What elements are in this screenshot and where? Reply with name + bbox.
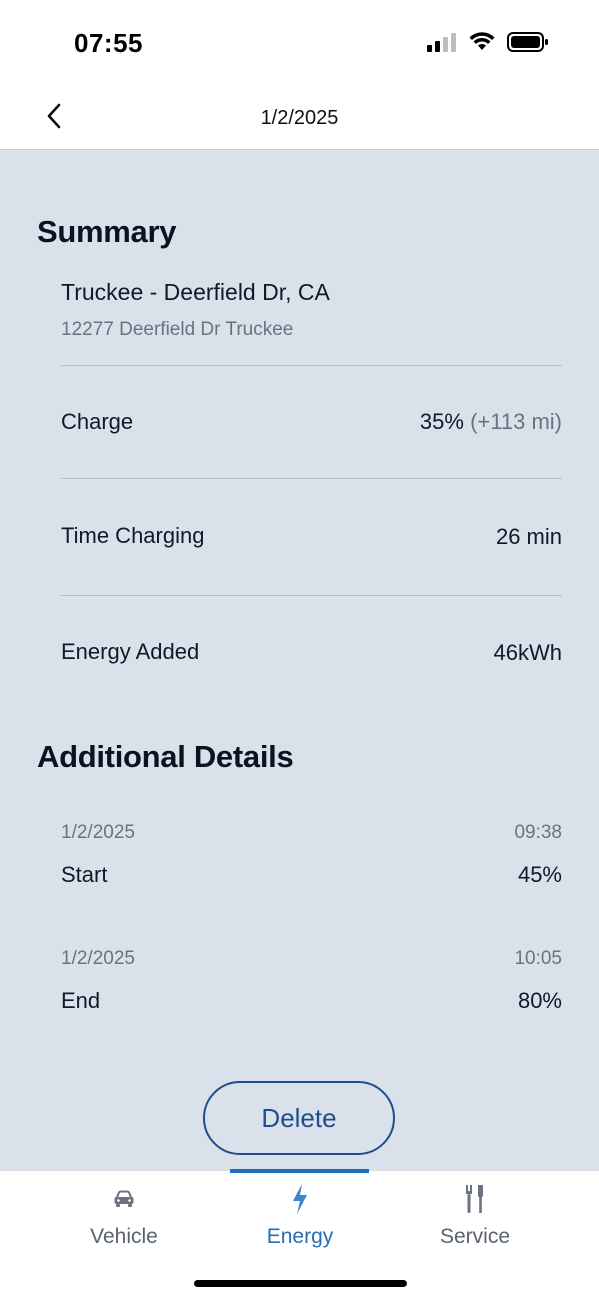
cellular-signal-icon [427, 32, 457, 57]
tab-vehicle-label: Vehicle [90, 1225, 158, 1248]
wifi-icon [469, 31, 495, 57]
lightning-bolt-icon [290, 1183, 310, 1215]
status-icons [427, 31, 549, 57]
charge-percent: 35% [419, 409, 464, 434]
end-date: 1/2/2025 [61, 948, 135, 969]
tab-energy-label: Energy [266, 1225, 334, 1248]
header-bar: 1/2/2025 [0, 90, 599, 150]
end-time: 10:05 [514, 948, 562, 969]
page-title: 1/2/2025 [260, 107, 339, 129]
additional-details-title: Additional Details [37, 739, 294, 774]
status-bar: 07:55 [0, 0, 599, 90]
summary-title: Summary [37, 214, 177, 249]
time-charging-label: Time Charging [61, 523, 205, 548]
session-details-content: Summary Truckee - Deerfield Dr, CA 12277… [0, 150, 599, 1170]
energy-added-value: 46kWh [493, 640, 562, 665]
tab-service-label: Service [439, 1225, 511, 1248]
divider [61, 478, 562, 479]
tab-energy[interactable]: Energy [210, 1171, 390, 1261]
location-address: 12277 Deerfield Dr Truckee [61, 319, 294, 340]
time-charging-value: 26 min [495, 524, 562, 549]
charge-label: Charge [61, 409, 134, 434]
end-label: End [61, 988, 101, 1013]
divider [61, 595, 562, 596]
car-icon [112, 1183, 136, 1215]
start-date: 1/2/2025 [61, 822, 135, 843]
battery-icon [507, 31, 549, 57]
home-indicator [194, 1280, 407, 1287]
delete-button[interactable]: Delete [203, 1081, 395, 1155]
tools-icon [463, 1183, 487, 1215]
charge-range-added: (+113 mi) [470, 409, 562, 434]
energy-added-label: Energy Added [61, 639, 200, 664]
start-time: 09:38 [514, 822, 562, 843]
end-value: 80% [517, 988, 562, 1013]
status-time: 07:55 [74, 28, 143, 58]
divider [61, 365, 562, 366]
tab-service[interactable]: Service [385, 1171, 565, 1261]
start-label: Start [61, 862, 108, 887]
start-value: 45% [517, 862, 562, 887]
charge-value: 35% (+113 mi) [420, 409, 562, 435]
tab-vehicle[interactable]: Vehicle [34, 1171, 214, 1261]
location-name: Truckee - Deerfield Dr, CA [61, 279, 330, 305]
